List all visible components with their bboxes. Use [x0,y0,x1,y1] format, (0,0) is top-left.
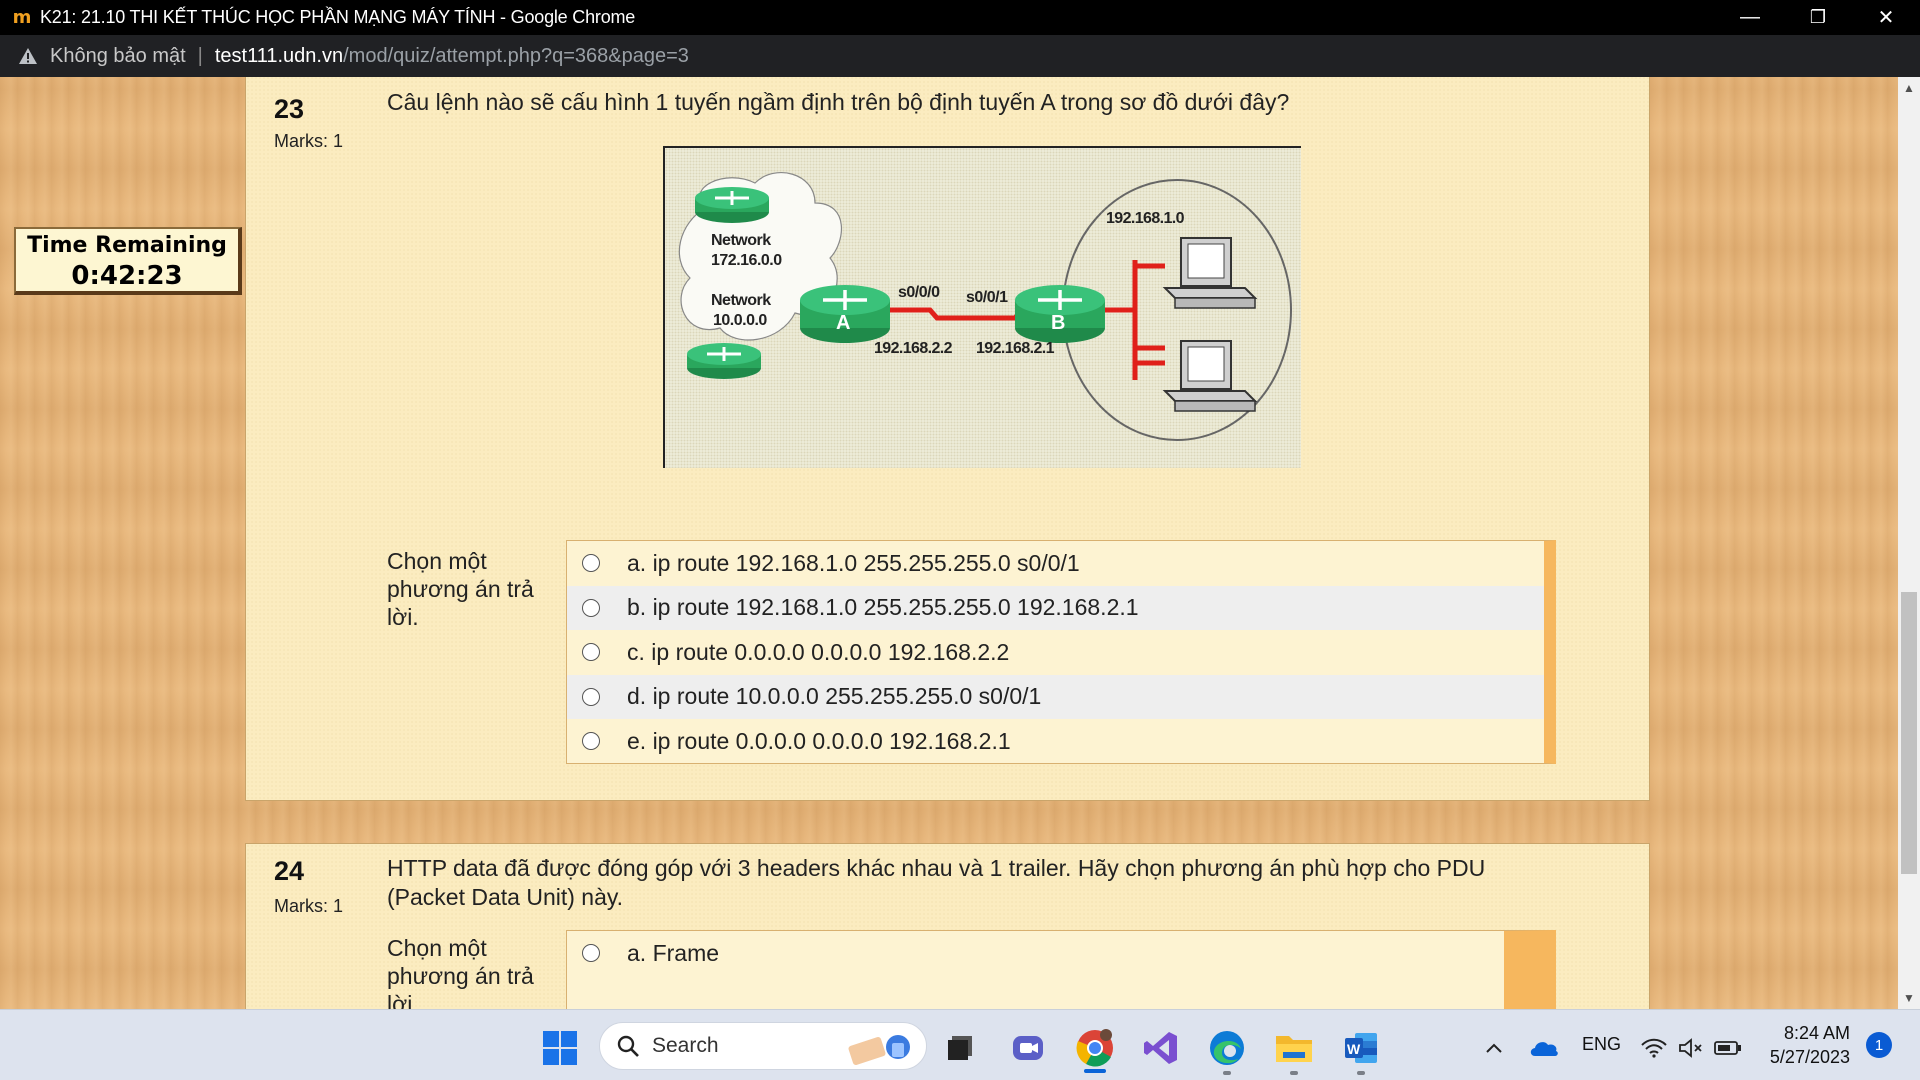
option-label[interactable]: a. Frame [627,940,719,967]
option-label[interactable]: e. ip route 0.0.0.0 0.0.0.0 192.168.2.1 [627,728,1011,755]
address-separator: | [197,44,203,67]
answer-prompt: Chọn một phương án trả lời. [387,548,534,630]
battery-icon[interactable] [1710,1028,1746,1068]
warning-icon[interactable] [18,46,38,66]
running-app-indicator [1357,1071,1365,1075]
wifi-icon[interactable] [1636,1028,1672,1068]
option-label[interactable]: c. ip route 0.0.0.0 0.0.0.0 192.168.2.2 [627,639,1009,666]
network1-address: 172.16.0.0 [711,252,782,269]
close-button[interactable]: ✕ [1852,0,1920,35]
search-icon [616,1034,640,1058]
answer-options: a. ip route 192.168.1.0 255.255.255.0 s0… [566,540,1556,764]
search-placeholder[interactable]: Search [652,1034,719,1058]
url-host[interactable]: test111.udn.vn [215,45,343,68]
router-icon [687,343,761,379]
notification-badge[interactable]: 1 [1866,1032,1892,1058]
router-b-interface: s0/0/1 [966,289,1008,306]
timer-value: 0:42:23 [71,261,183,291]
title-bar: m K21: 21.10 THI KẾT THÚC HỌC PHẦN MẠNG … [0,0,1920,35]
edge-icon[interactable] [1207,1028,1247,1068]
word-icon[interactable]: W [1341,1028,1381,1068]
search-highlight-icon [842,1027,918,1067]
visual-studio-icon[interactable] [1141,1028,1181,1068]
active-app-indicator [1084,1069,1106,1073]
network2-label: Network [711,292,771,309]
windows-start-icon[interactable] [540,1028,580,1068]
onedrive-icon[interactable] [1524,1028,1564,1068]
answer-options: a. Frame [566,930,1556,1009]
teams-chat-icon[interactable] [1008,1028,1048,1068]
option-label[interactable]: a. ip route 192.168.1.0 255.255.255.0 s0… [627,550,1080,577]
url-path[interactable]: /mod/quiz/attempt.php?q=368&page=3 [343,45,689,68]
option-label[interactable]: b. ip route 192.168.1.0 255.255.255.0 19… [627,594,1139,621]
network2-address: 10.0.0.0 [713,312,767,329]
moodle-app-icon: m [12,7,32,28]
question-number: 24 [274,856,305,886]
radio-button[interactable] [582,732,600,751]
security-status[interactable]: Không bảo mật [50,45,186,68]
router-a-label: A [836,312,851,334]
minimize-button[interactable]: — [1716,0,1784,35]
radio-button[interactable] [582,944,600,963]
radio-button[interactable] [582,687,600,706]
question-card: 23 Marks: 1 Câu lệnh nào sẽ cấu hình 1 t… [245,77,1650,801]
scrollbar-thumb[interactable] [1901,592,1917,874]
system-clock[interactable]: 8:24 AM 5/27/2023 [1754,1021,1850,1069]
network1-label: Network [711,232,771,249]
question-number: 23 [274,94,305,124]
tray-chevron-up-icon[interactable] [1474,1028,1514,1068]
address-bar[interactable]: Không bảo mật | test111.udn.vn/mod/quiz/… [0,35,1920,77]
answer-option[interactable]: b. ip route 192.168.1.0 255.255.255.0 19… [567,585,1544,630]
answer-option[interactable]: a. Frame [567,931,1504,976]
answer-option[interactable]: a. ip route 192.168.1.0 255.255.255.0 s0… [567,541,1544,586]
language-indicator[interactable]: ENG [1582,1034,1621,1055]
svg-text:W: W [1347,1041,1361,1057]
answer-option[interactable]: c. ip route 0.0.0.0 0.0.0.0 192.168.2.2 [567,630,1544,675]
router-icon [695,187,769,223]
clock-date: 5/27/2023 [1769,1047,1850,1067]
file-explorer-icon[interactable] [1274,1028,1314,1068]
scroll-down-arrow-icon[interactable]: ▼ [1898,987,1920,1009]
chrome-icon[interactable] [1075,1028,1115,1068]
lan-address: 192.168.1.0 [1106,210,1185,227]
question-text: Câu lệnh nào sẽ cấu hình 1 tuyến ngầm đị… [387,89,1290,115]
answer-option[interactable]: d. ip route 10.0.0.0 255.255.255.0 s0/0/… [567,674,1544,719]
answer-prompt: Chọn một phương án trả lời. [387,935,534,1009]
task-view-icon[interactable] [940,1028,980,1068]
question-marks: Marks: 1 [274,131,344,151]
router-a-interface: s0/0/0 [898,284,940,301]
running-app-indicator [1223,1071,1231,1075]
window-title: K21: 21.10 THI KẾT THÚC HỌC PHẦN MẠNG MÁ… [40,7,636,27]
restore-button[interactable]: ❐ [1784,0,1852,35]
taskbar: Search W ENG 8:24 AM 5/27/2023 1 [0,1009,1920,1080]
router-b-ip: 192.168.2.1 [976,340,1055,357]
router-b-label: B [1051,312,1066,334]
timer-label: Time Remaining [27,233,227,258]
question-marks: Marks: 1 [274,896,344,916]
pc-icon [1162,237,1258,309]
option-label[interactable]: d. ip route 10.0.0.0 255.255.255.0 s0/0/… [627,683,1041,710]
radio-button[interactable] [582,643,600,662]
question-text: HTTP data đã được đóng góp với 3 headers… [387,855,1486,910]
radio-button[interactable] [582,554,600,573]
page-scrollbar[interactable]: ▲ ▼ [1898,77,1920,1009]
question-card: 24 Marks: 1 HTTP data đã được đóng góp v… [245,843,1650,1009]
scroll-up-arrow-icon[interactable]: ▲ [1898,77,1920,99]
page-viewport: Time Remaining 0:42:23 23 Marks: 1 Câu l… [0,77,1898,1009]
pc-icon [1162,340,1258,412]
clock-time: 8:24 AM [1783,1023,1850,1043]
router-a-ip: 192.168.2.2 [874,340,953,357]
radio-button[interactable] [582,598,600,617]
network-diagram: Network 172.16.0.0 Network 10.0.0.0 A B … [663,146,1301,468]
volume-muted-icon[interactable] [1673,1028,1709,1068]
answer-option[interactable]: e. ip route 0.0.0.0 0.0.0.0 192.168.2.1 [567,719,1544,764]
quiz-timer: Time Remaining 0:42:23 [14,227,242,295]
taskbar-search[interactable]: Search [599,1022,927,1070]
running-app-indicator [1290,1071,1298,1075]
